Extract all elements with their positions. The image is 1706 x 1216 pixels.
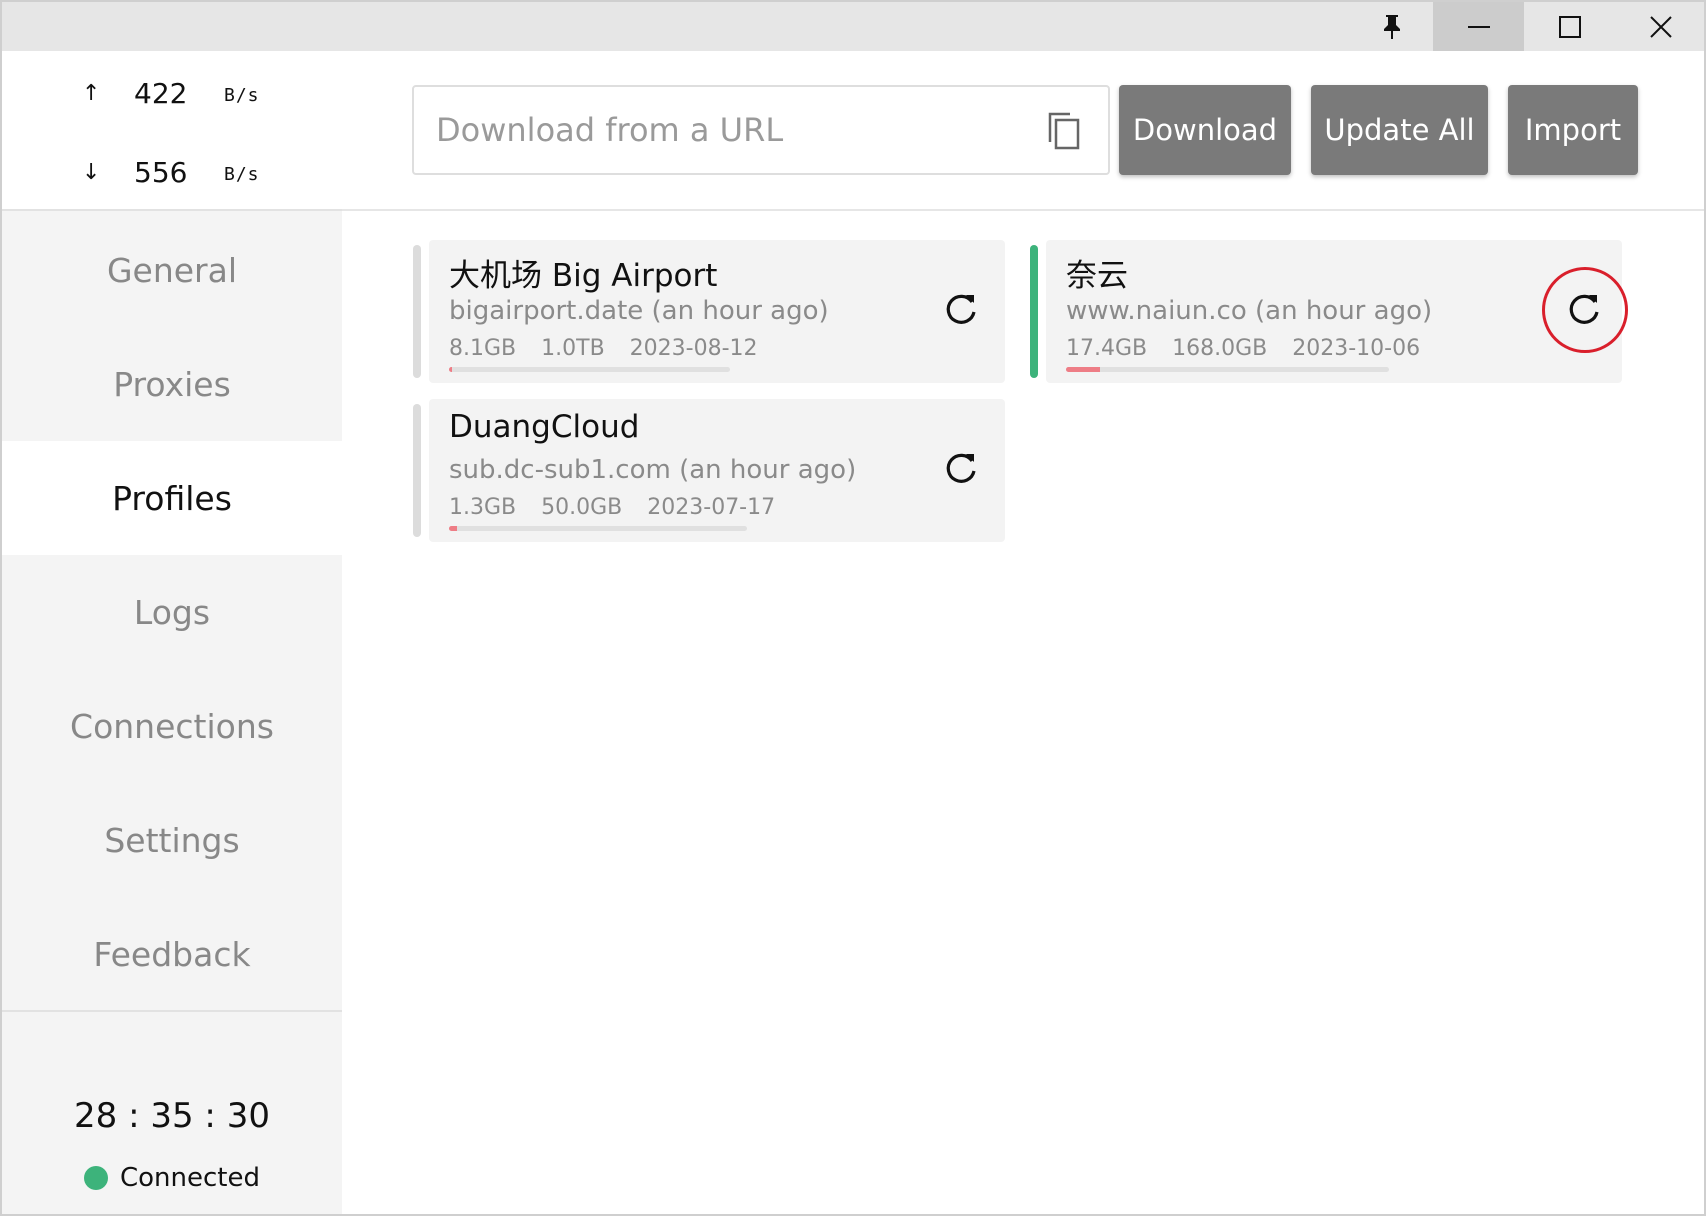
close-button[interactable] <box>1615 2 1704 51</box>
download-arrow-icon: ↓ <box>82 160 101 185</box>
profile-expire: 2023-08-12 <box>629 336 758 361</box>
profile-expire: 2023-07-17 <box>647 495 776 520</box>
sidebar-item-general[interactable]: General <box>2 213 342 327</box>
profile-selected-indicator <box>1030 245 1038 378</box>
status-label: Connected <box>119 1163 260 1193</box>
title-bar[interactable] <box>2 2 1704 51</box>
profile-used: 17.4GB <box>1066 336 1148 361</box>
sidebar-divider <box>2 1010 342 1012</box>
refresh-icon[interactable] <box>941 449 981 489</box>
sidebar: ↑ 422 B/s ↓ 556 B/s General Proxies Prof… <box>2 51 342 1214</box>
sidebar-item-connections[interactable]: Connections <box>2 669 342 783</box>
profile-usage-bar <box>1066 367 1389 372</box>
minimize-icon <box>1467 25 1490 28</box>
profile-total: 1.0TB <box>541 336 605 361</box>
profile-source: sub.dc-sub1.com (an hour ago) <box>449 455 857 485</box>
profile-total: 50.0GB <box>541 495 623 520</box>
download-value: 556 <box>134 156 188 189</box>
profile-name: 奈云 <box>1066 258 1128 294</box>
refresh-icon[interactable] <box>1564 290 1604 330</box>
upload-arrow-icon: ↑ <box>82 81 101 106</box>
download-unit: B/s <box>224 164 260 185</box>
sidebar-nav: General Proxies Profiles Logs Connection… <box>2 213 342 1011</box>
profile-meta: 17.4GB 168.0GB 2023-10-06 <box>1066 336 1438 361</box>
profile-used: 1.3GB <box>449 495 517 520</box>
profile-used: 8.1GB <box>449 336 517 361</box>
upload-unit: B/s <box>224 85 260 106</box>
profile-name: DuangCloud <box>449 409 640 445</box>
connection-status: Connected <box>2 1163 342 1193</box>
profile-card-body[interactable]: DuangCloud sub.dc-sub1.com (an hour ago)… <box>429 399 1005 542</box>
download-button[interactable]: Download <box>1119 85 1291 175</box>
pin-button[interactable] <box>1346 2 1437 51</box>
refresh-icon[interactable] <box>941 290 981 330</box>
paste-icon[interactable] <box>1046 111 1082 151</box>
profile-usage-fill <box>1066 367 1100 372</box>
maximize-button[interactable] <box>1524 2 1615 51</box>
profile-expire: 2023-10-06 <box>1292 336 1421 361</box>
profile-card-body[interactable]: 奈云 www.naiun.co (an hour ago) 17.4GB 168… <box>1046 240 1628 383</box>
url-field <box>412 85 1110 175</box>
sidebar-item-logs[interactable]: Logs <box>2 555 342 669</box>
profile-meta: 8.1GB 1.0TB 2023-08-12 <box>449 336 776 361</box>
download-speed: ↓ 556 B/s <box>2 154 342 194</box>
uptime-timer: 28 : 35 : 30 <box>74 1096 270 1136</box>
profile-selected-indicator <box>413 245 421 378</box>
profile-name: 大机场 Big Airport <box>449 258 718 294</box>
minimize-button[interactable] <box>1433 2 1524 51</box>
pin-icon <box>1383 14 1400 39</box>
profile-total: 168.0GB <box>1172 336 1268 361</box>
sidebar-item-profiles[interactable]: Profiles <box>2 441 342 555</box>
main-content: Download Update All Import 大机场 Big Airpo… <box>342 51 1704 1214</box>
upload-speed: ↑ 422 B/s <box>2 75 342 115</box>
sidebar-item-proxies[interactable]: Proxies <box>2 327 342 441</box>
traffic-monitor: ↑ 422 B/s ↓ 556 B/s <box>2 51 342 211</box>
profile-usage-bar <box>449 526 747 531</box>
url-input[interactable] <box>414 87 1034 173</box>
profile-card[interactable]: 奈云 www.naiun.co (an hour ago) 17.4GB 168… <box>1030 240 1628 383</box>
profile-card[interactable]: DuangCloud sub.dc-sub1.com (an hour ago)… <box>413 399 1005 542</box>
close-icon <box>1649 15 1672 38</box>
profile-usage-fill <box>449 367 452 372</box>
profile-source: www.naiun.co (an hour ago) <box>1066 296 1433 326</box>
maximize-icon <box>1558 15 1581 38</box>
profile-selected-indicator <box>413 404 421 537</box>
sidebar-item-feedback[interactable]: Feedback <box>2 897 342 1011</box>
app-window: ↑ 422 B/s ↓ 556 B/s General Proxies Prof… <box>0 0 1706 1216</box>
profile-usage-fill <box>449 526 457 531</box>
sidebar-item-settings[interactable]: Settings <box>2 783 342 897</box>
profile-meta: 1.3GB 50.0GB 2023-07-17 <box>449 495 793 520</box>
upload-value: 422 <box>134 77 188 110</box>
profile-usage-bar <box>449 367 730 372</box>
status-dot-icon <box>83 1166 108 1190</box>
profile-card-body[interactable]: 大机场 Big Airport bigairport.date (an hour… <box>429 240 1005 383</box>
import-button[interactable]: Import <box>1508 85 1638 175</box>
update-all-button[interactable]: Update All <box>1311 85 1488 175</box>
profile-card[interactable]: 大机场 Big Airport bigairport.date (an hour… <box>413 240 1005 383</box>
profile-source: bigairport.date (an hour ago) <box>449 296 829 326</box>
profiles-toolbar: Download Update All Import <box>342 51 1704 211</box>
